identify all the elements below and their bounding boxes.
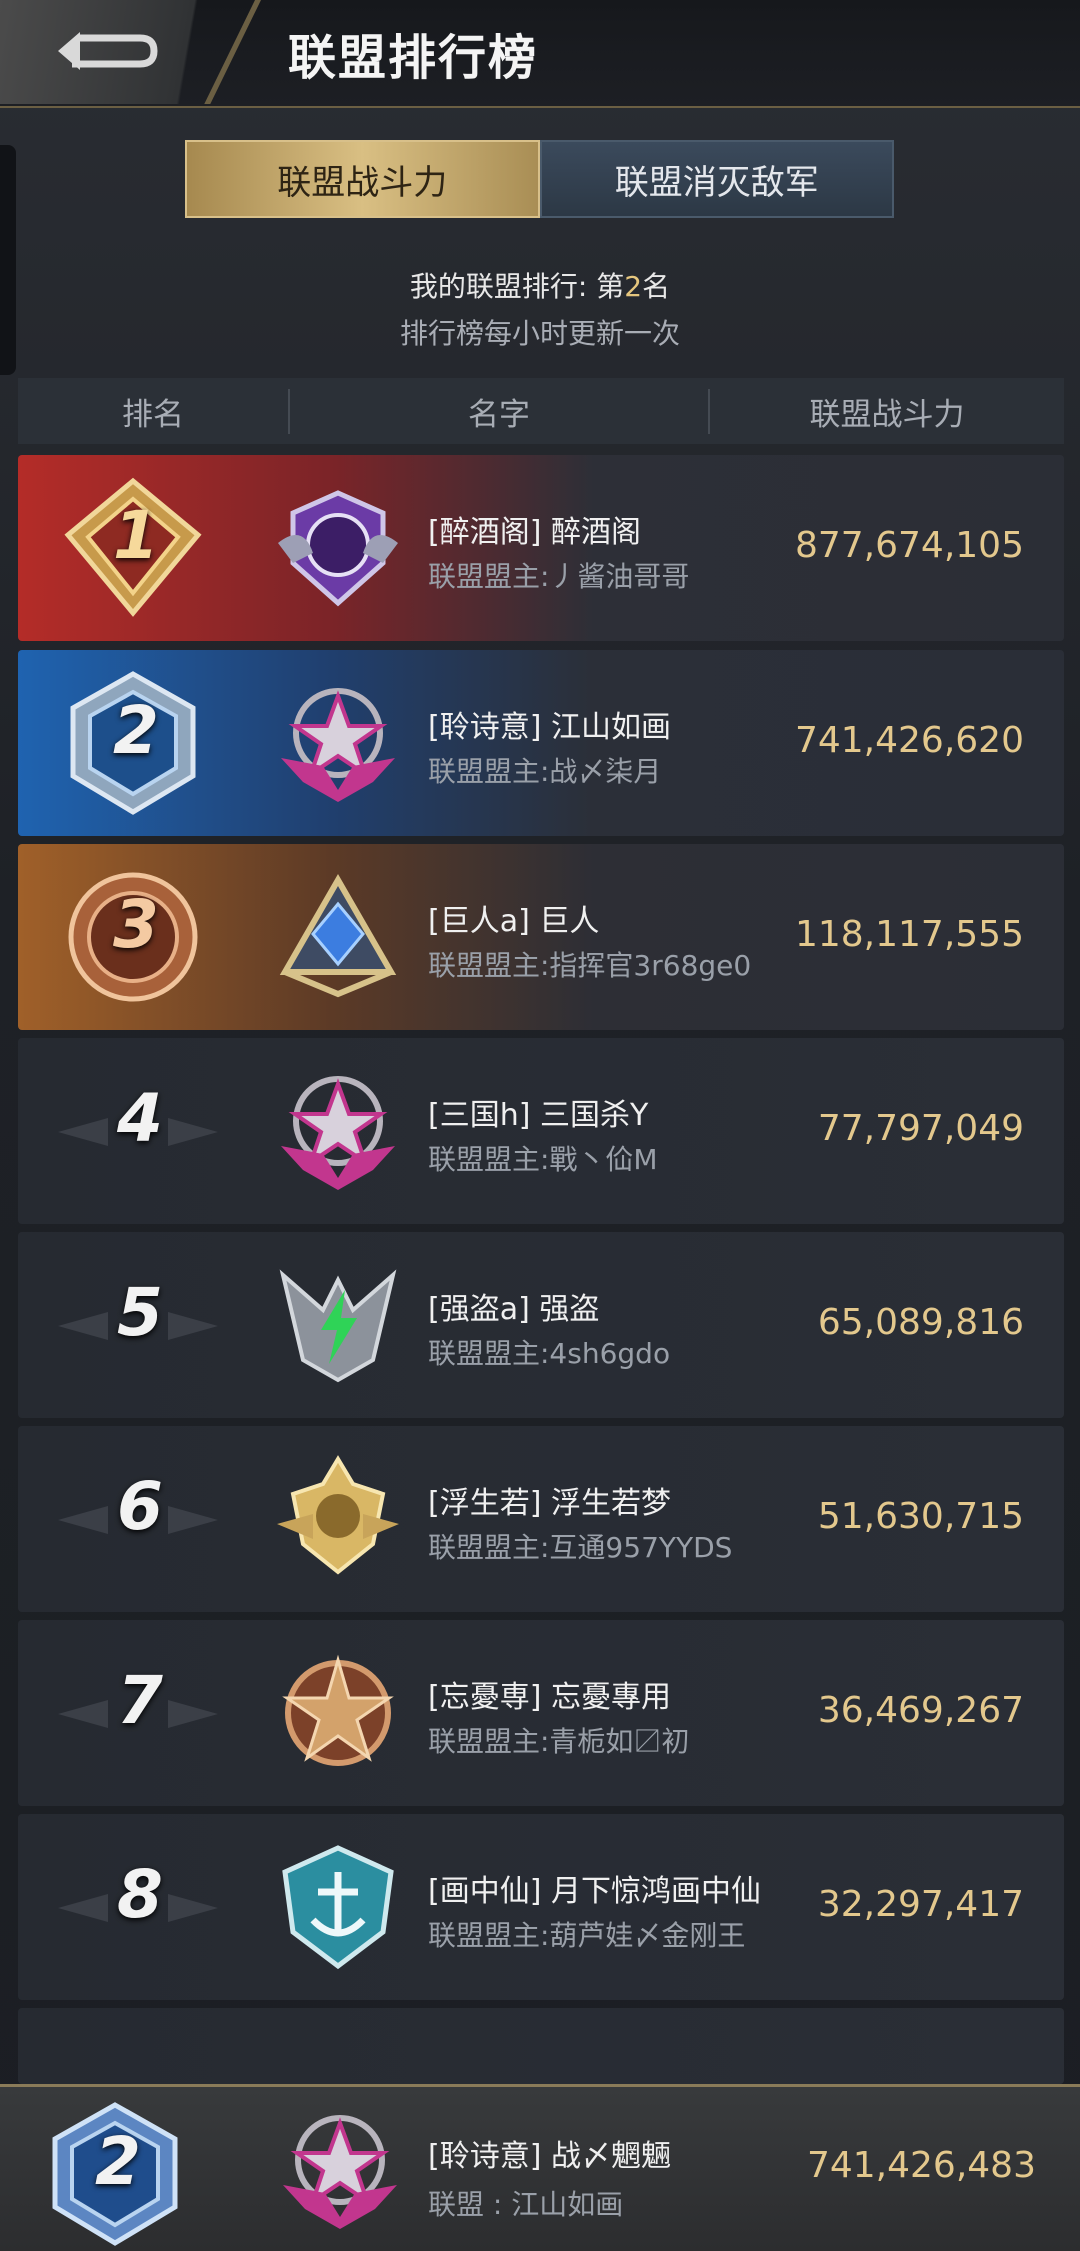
table-row[interactable]: 5 [强盗a] 强盗 联盟盟主:4sh6gdo 65,089,816 <box>18 1232 1064 1418</box>
guild-leader: 联盟盟主:指挥官3r68ge0 <box>428 949 752 982</box>
my-rank-number: 2 <box>95 2123 141 2200</box>
blue-gem-emblem-icon <box>279 873 397 998</box>
guild-name: [画中仙] 月下惊鸿画中仙 <box>428 1874 761 1909</box>
guild-name: [三国h] 三国杀Y <box>428 1098 649 1133</box>
purple-tiger-emblem-icon <box>278 490 398 607</box>
rank-number: 5 <box>117 1274 163 1351</box>
pink-star-emblem-icon <box>281 1076 395 1190</box>
table-row[interactable]: 2 [聆诗意] 江山如画 联盟盟主:战〆柒月 741,426,620 <box>18 650 1064 836</box>
rank-number: 2 <box>113 692 159 769</box>
guild-power: 51,630,715 <box>817 1496 1024 1537</box>
rank-number: 3 <box>113 886 159 963</box>
guild-leader: 联盟盟主:戰丶佡M <box>428 1143 658 1176</box>
my-rank-text: 我的联盟排行: 第2名 <box>0 265 1080 305</box>
table-row[interactable]: 3 [巨人a] 巨人 联盟盟主:指挥官3r68ge0 118,117,555 <box>18 844 1064 1030</box>
my-guild-alliance: 联盟 : 江山如画 <box>428 2188 624 2221</box>
column-name: 名字 <box>288 388 710 434</box>
guild-name: [忘憂専] 忘憂專用 <box>428 1680 671 1715</box>
guild-power: 32,297,417 <box>817 1884 1024 1925</box>
guild-power: 118,117,555 <box>794 914 1024 955</box>
my-guild-name: [聆诗意] 战〆魍魎 <box>428 2139 671 2174</box>
pink-star-emblem-icon <box>281 688 395 802</box>
table-row[interactable]: 1 [醉酒阁] 醉酒阁 联盟盟主:丿酱油哥哥 877,674,105 <box>18 455 1064 641</box>
bronze-star-emblem-icon <box>282 1654 394 1766</box>
back-arrow-icon <box>58 32 158 70</box>
guild-name: [聆诗意] 江山如画 <box>428 710 671 745</box>
guild-name: [醉酒阁] 醉酒阁 <box>428 515 641 550</box>
table-row[interactable]: 4 [三国h] 三国杀Y 联盟盟主:戰丶佡M 77,797,049 <box>18 1038 1064 1224</box>
guild-leader: 联盟盟主:互通957YYDS <box>428 1531 733 1564</box>
my-alliance-bar[interactable]: 2 [聆诗意] 战〆魍魎 联盟 : 江山如画 741,426,483 <box>0 2084 1080 2251</box>
table-header: 排名 名字 联盟战斗力 <box>18 378 1064 444</box>
table-row-partial[interactable] <box>18 2008 1064 2084</box>
rank-number: 7 <box>117 1662 163 1739</box>
column-power: 联盟战斗力 <box>809 396 965 433</box>
table-row[interactable]: 7 [忘憂専] 忘憂專用 联盟盟主:青栀如〼初 36,469,267 <box>18 1620 1064 1806</box>
page-title: 联盟排行榜 <box>288 30 539 86</box>
guild-leader: 联盟盟主:青栀如〼初 <box>428 1725 690 1758</box>
guild-leader: 联盟盟主:丿酱油哥哥 <box>428 560 690 593</box>
guild-power: 65,089,816 <box>817 1302 1024 1343</box>
rank-number: 6 <box>117 1468 163 1545</box>
guild-power: 77,797,049 <box>817 1108 1024 1149</box>
table-row[interactable]: 6 [浮生若] 浮生若梦 联盟盟主:互通957YYDS 51,630,715 <box>18 1426 1064 1612</box>
my-rank-prefix: 我的联盟排行: 第 <box>409 270 625 303</box>
column-rank: 排名 <box>122 396 184 433</box>
guild-leader: 联盟盟主:4sh6gdo <box>428 1337 671 1370</box>
tab-bar: 联盟战斗力 联盟消灭敌军 <box>185 140 894 218</box>
pink-star-emblem-icon <box>283 2115 397 2229</box>
update-note: 排行榜每小时更新一次 <box>399 317 680 350</box>
rank-number: 8 <box>117 1856 163 1933</box>
guild-power: 36,469,267 <box>817 1690 1024 1731</box>
guild-name: [巨人a] 巨人 <box>428 904 600 939</box>
guild-power: 741,426,620 <box>794 720 1024 761</box>
guild-leader: 联盟盟主:葫芦娃〆金刚王 <box>428 1919 746 1952</box>
table-row[interactable]: 8 [画中仙] 月下惊鸿画中仙 联盟盟主:葫芦娃〆金刚王 32,297,417 <box>18 1814 1064 2000</box>
gold-lion-emblem-icon <box>277 1455 399 1575</box>
rank-number: 4 <box>117 1080 163 1157</box>
tab-alliance-kills[interactable]: 联盟消灭敌军 <box>539 140 894 218</box>
guild-name: [浮生若] 浮生若梦 <box>428 1486 671 1521</box>
my-rank-number: 2 <box>624 270 643 303</box>
back-button[interactable] <box>0 0 260 104</box>
tab-alliance-power[interactable]: 联盟战斗力 <box>185 140 540 218</box>
guild-name: [强盗a] 强盗 <box>428 1292 600 1327</box>
header-bar: 联盟排行榜 <box>0 0 1080 108</box>
green-bolt-emblem-icon <box>279 1269 397 1383</box>
guild-power: 877,674,105 <box>794 525 1024 566</box>
my-rank-suffix: 名 <box>642 270 671 303</box>
guild-leader: 联盟盟主:战〆柒月 <box>428 755 662 788</box>
rank-number: 1 <box>113 497 159 574</box>
my-guild-power: 741,426,483 <box>806 2145 1036 2186</box>
cyan-anchor-emblem-icon <box>282 1845 394 1970</box>
